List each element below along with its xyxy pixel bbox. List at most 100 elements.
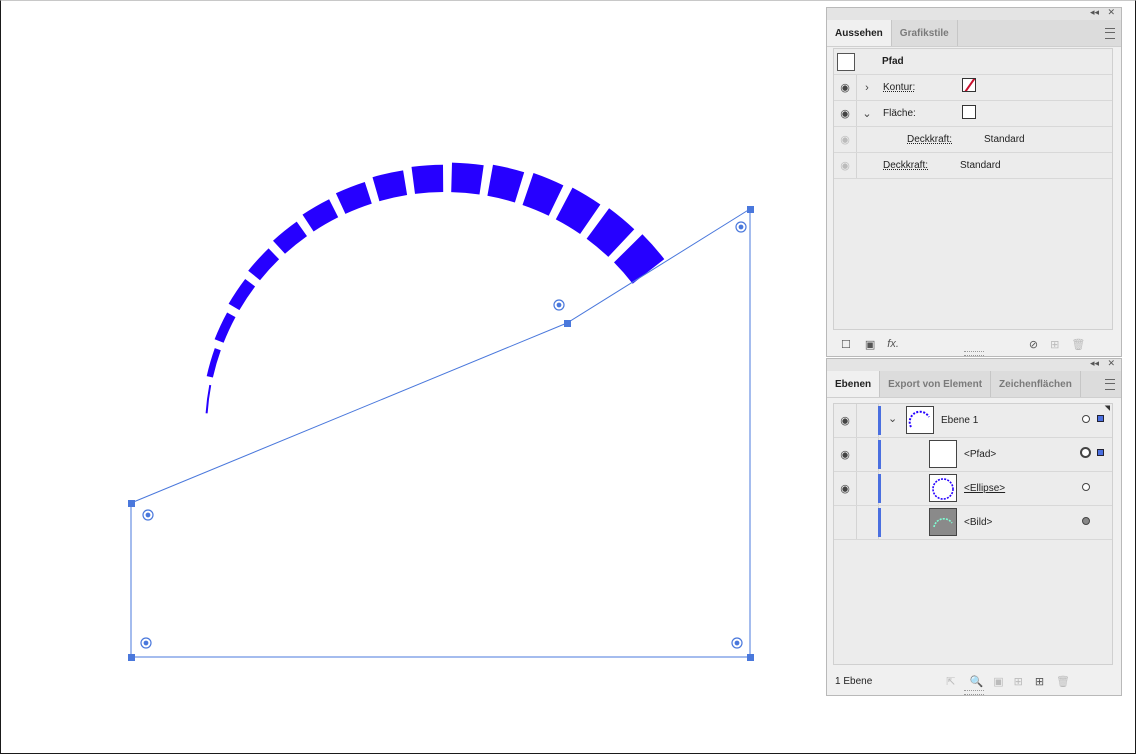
selection-square-icon[interactable] (1097, 449, 1104, 456)
target-circle-icon[interactable] (1080, 447, 1091, 458)
item-thumbnail (929, 440, 957, 468)
arc-dash-segment[interactable] (522, 173, 564, 216)
live-corner-widgets[interactable] (140, 221, 747, 649)
opacity-label[interactable]: Deckkraft: (883, 160, 928, 171)
object-row[interactable]: Pfad (834, 49, 1112, 75)
tab-export-von-element[interactable]: Export von Element (880, 371, 992, 397)
arc-dash-segment[interactable] (411, 164, 444, 194)
opacity-row[interactable]: ◉ Deckkraft: Standard (834, 153, 1112, 179)
item-name[interactable]: <Bild> (964, 517, 992, 528)
panel-title-bar[interactable]: ◂◂ ✕ (827, 7, 1121, 20)
stroke-row[interactable]: ◉ › Kontur: (834, 75, 1112, 101)
lock-toggle[interactable] (856, 506, 879, 539)
chevron-down-icon[interactable]: ⌄ (888, 412, 897, 425)
item-name[interactable]: <Ellipse> (964, 483, 1005, 494)
fill-opacity-label[interactable]: Deckkraft: (907, 134, 952, 145)
dashed-arc-artwork[interactable] (205, 162, 665, 414)
target-circle-icon[interactable] (1082, 517, 1090, 525)
anchor-point[interactable] (564, 320, 571, 327)
duplicate-item-icon[interactable]: ⊞ (1050, 338, 1059, 351)
stroke-label[interactable]: Kontur: (883, 82, 915, 93)
corner-widget[interactable] (735, 221, 747, 233)
eye-icon[interactable]: ◉ (834, 75, 857, 100)
layer-row[interactable]: ◉ <Ellipse> (834, 472, 1112, 506)
chevron-right-icon[interactable]: › (857, 82, 877, 94)
fx-button[interactable]: fx. (887, 338, 899, 350)
arc-dash-segment[interactable] (487, 164, 525, 203)
eye-icon[interactable]: ◉ (834, 101, 857, 126)
eye-icon[interactable]: ◉ (834, 404, 857, 437)
fill-opacity-row[interactable]: ◉ Deckkraft: Standard (834, 127, 1112, 153)
anchor-point[interactable] (128, 654, 135, 661)
corner-widget[interactable] (553, 299, 565, 311)
selected-path-outline[interactable] (130, 208, 751, 658)
panel-title-bar[interactable]: ◂◂ ✕ (827, 358, 1121, 371)
item-name[interactable]: <Pfad> (964, 449, 996, 460)
eye-icon[interactable]: ◉ (834, 438, 857, 471)
layer-color-bar (878, 508, 881, 537)
artboard-canvas[interactable] (0, 0, 830, 756)
trash-icon[interactable]: 🗑 (1071, 338, 1085, 351)
corner-widget[interactable] (142, 509, 154, 521)
arc-dash-segment[interactable] (214, 312, 236, 343)
arc-dash-segment[interactable] (228, 279, 256, 311)
anchor-point[interactable] (747, 654, 754, 661)
arc-dash-segment[interactable] (206, 348, 221, 378)
eye-icon[interactable]: ◉ (834, 127, 857, 152)
tab-aussehen[interactable]: Aussehen (827, 20, 892, 46)
panel-menu-icon[interactable] (1105, 379, 1115, 390)
arc-dash-segment[interactable] (451, 162, 484, 195)
resize-grip[interactable] (964, 690, 984, 695)
target-circle-icon[interactable] (1082, 483, 1090, 491)
arc-dash-segment[interactable] (273, 221, 307, 254)
tab-zeichenflaechen[interactable]: Zeichenflächen (991, 371, 1081, 397)
panel-menu-icon[interactable] (1105, 28, 1115, 39)
arc-dash-segment[interactable] (335, 182, 372, 214)
corner-widget[interactable] (140, 637, 152, 649)
collapse-icon[interactable]: ◂◂ (1090, 358, 1099, 369)
fill-swatch[interactable] (962, 105, 976, 119)
fill-row[interactable]: ◉ ⌄ Fläche: (834, 101, 1112, 127)
clipping-mask-icon[interactable]: ▣ (993, 675, 1003, 688)
lock-toggle[interactable] (856, 438, 879, 471)
arc-dash-segment[interactable] (372, 170, 408, 202)
add-stroke-icon[interactable]: ☐ (841, 338, 851, 351)
item-thumbnail (929, 474, 957, 502)
trash-icon[interactable]: 🗑 (1056, 675, 1070, 688)
layer-row[interactable]: ◉ <Pfad> (834, 438, 1112, 472)
arc-dash-segment[interactable] (302, 199, 339, 232)
search-icon[interactable]: 🔍 (969, 675, 983, 688)
resize-grip[interactable] (964, 351, 984, 356)
lock-toggle[interactable] (856, 472, 879, 505)
lock-toggle[interactable] (856, 404, 879, 437)
close-icon[interactable]: ✕ (1107, 7, 1115, 18)
layer-name[interactable]: Ebene 1 (941, 415, 978, 426)
arc-dash-segment[interactable] (555, 187, 601, 234)
tab-grafikstile[interactable]: Grafikstile (892, 20, 958, 46)
collect-export-icon[interactable]: ⇱ (946, 675, 955, 688)
new-layer-icon[interactable]: ⊞ (1035, 675, 1044, 688)
eye-icon[interactable]: ◉ (834, 472, 857, 505)
layer-row[interactable]: ◉ ⌄ Ebene 1 ◥ (834, 404, 1112, 438)
layer-row[interactable]: <Bild> (834, 506, 1112, 540)
opacity-value: Standard (960, 160, 1001, 171)
arc-dash-segment[interactable] (248, 248, 280, 281)
add-fill-icon[interactable]: ▣ (865, 338, 875, 351)
anchor-point[interactable] (747, 206, 754, 213)
corner-widget[interactable] (731, 637, 743, 649)
stroke-swatch[interactable] (962, 78, 976, 92)
clear-appearance-icon[interactable]: ⊘ (1029, 338, 1038, 351)
anchor-point[interactable] (128, 500, 135, 507)
chevron-down-icon[interactable]: ⌄ (857, 107, 877, 120)
tab-ebenen[interactable]: Ebenen (827, 371, 881, 397)
eye-toggle-empty[interactable] (834, 506, 857, 539)
target-circle-icon[interactable] (1082, 415, 1090, 423)
anchor-points[interactable] (128, 206, 754, 661)
eye-icon[interactable]: ◉ (834, 153, 857, 178)
selection-square-icon[interactable] (1097, 415, 1104, 422)
object-label: Pfad (882, 56, 904, 67)
new-sublayer-icon[interactable]: ⊞ (1014, 675, 1023, 688)
collapse-icon[interactable]: ◂◂ (1090, 7, 1099, 18)
arc-dash-segment[interactable] (205, 384, 212, 414)
close-icon[interactable]: ✕ (1107, 358, 1115, 369)
